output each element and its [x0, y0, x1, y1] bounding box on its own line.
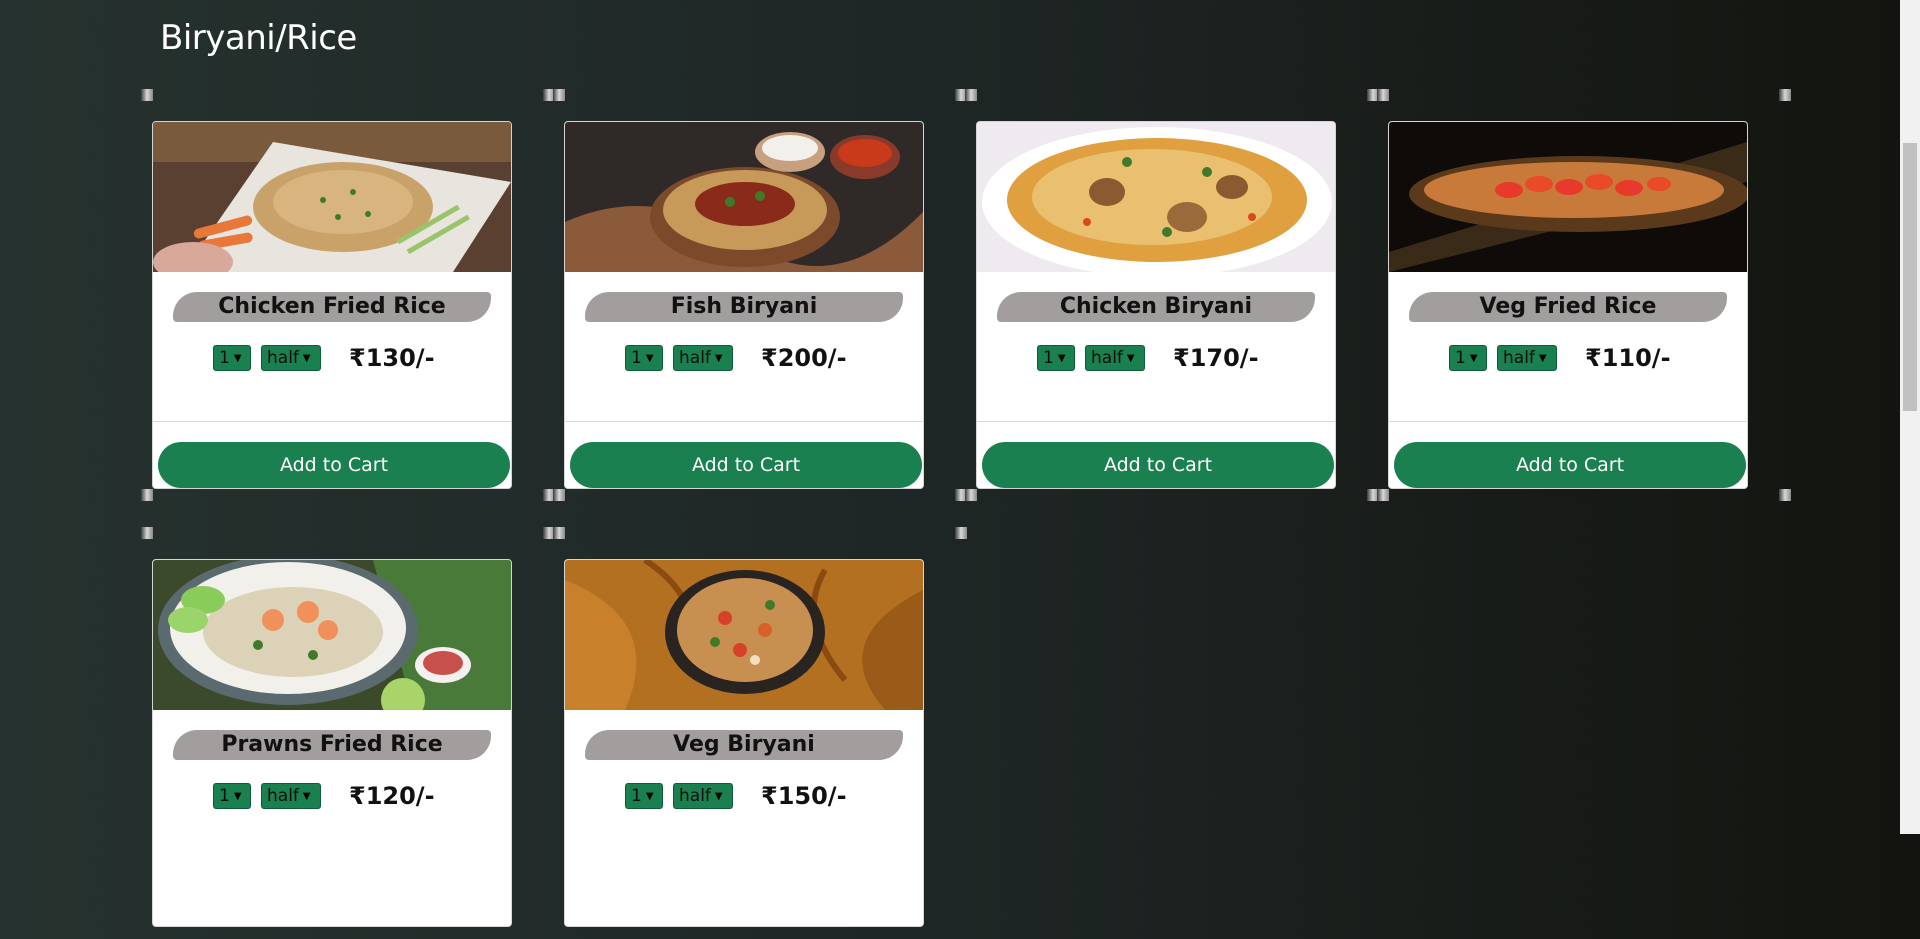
item-controls: 1 ▼ half ▼ ₹120/- — [213, 781, 435, 811]
portion-select[interactable]: half ▼ — [673, 783, 733, 809]
quantity-value: 1 — [631, 786, 642, 806]
chevron-down-icon: ▼ — [1057, 352, 1066, 364]
chicken-biryani-image — [977, 122, 1335, 272]
chevron-down-icon: ▼ — [233, 352, 242, 364]
quantity-value: 1 — [1455, 348, 1466, 368]
portion-value: half — [267, 348, 299, 368]
item-name: Prawns Fried Rice — [173, 730, 491, 760]
chevron-down-icon: ▼ — [645, 790, 654, 802]
corner-handle — [141, 89, 153, 101]
menu-card: Veg Biryani 1 ▼ half ▼ ₹150/- — [564, 559, 924, 927]
item-price: ₹130/- — [349, 344, 435, 372]
portion-value: half — [1091, 348, 1123, 368]
menu-card: Veg Fried Rice 1 ▼ half ▼ ₹110/- Add to … — [1388, 121, 1748, 489]
portion-value: half — [267, 786, 299, 806]
quantity-select[interactable]: 1 ▼ — [213, 345, 251, 371]
corner-handle — [1779, 89, 1791, 101]
quantity-select[interactable]: 1 ▼ — [625, 783, 663, 809]
item-controls: 1 ▼ half ▼ ₹110/- — [1449, 343, 1671, 373]
page-scrollbar[interactable] — [1900, 0, 1920, 834]
quantity-select[interactable]: 1 ▼ — [625, 345, 663, 371]
menu-card-cell: Chicken Biryani 1 ▼ half ▼ ₹170/- Add to… — [965, 89, 1379, 501]
menu-card: Chicken Fried Rice 1 ▼ half ▼ ₹130/- Add… — [152, 121, 512, 489]
quantity-select[interactable]: 1 ▼ — [1037, 345, 1075, 371]
menu-card-cell: Veg Fried Rice 1 ▼ half ▼ ₹110/- Add to … — [1377, 89, 1791, 501]
quantity-value: 1 — [219, 348, 230, 368]
chevron-down-icon: ▼ — [233, 790, 242, 802]
menu-card-cell: Prawns Fried Rice 1 ▼ half ▼ ₹120/- — [141, 527, 555, 939]
corner-handle — [553, 89, 565, 101]
card-divider — [1389, 421, 1747, 422]
corner-handle — [141, 489, 153, 501]
menu-card-cell: Chicken Fried Rice 1 ▼ half ▼ ₹130/- Add… — [141, 89, 555, 501]
item-name: Chicken Fried Rice — [173, 292, 491, 322]
portion-select[interactable]: half ▼ — [261, 783, 321, 809]
item-price: ₹170/- — [1173, 344, 1259, 372]
quantity-select[interactable]: 1 ▼ — [213, 783, 251, 809]
corner-handle — [553, 527, 565, 539]
quantity-value: 1 — [219, 786, 230, 806]
chevron-down-icon: ▼ — [1469, 352, 1478, 364]
prawns-fried-rice-image — [153, 560, 511, 710]
portion-select[interactable]: half ▼ — [1085, 345, 1145, 371]
portion-value: half — [1503, 348, 1535, 368]
veg-biryani-image — [565, 560, 923, 710]
portion-value: half — [679, 348, 711, 368]
item-name: Veg Fried Rice — [1409, 292, 1727, 322]
corner-handle — [955, 527, 967, 539]
card-divider — [977, 421, 1335, 422]
menu-card-cell: Veg Biryani 1 ▼ half ▼ ₹150/- — [553, 527, 967, 939]
add-to-cart-button[interactable]: Add to Cart — [570, 442, 922, 488]
portion-select[interactable]: half ▼ — [1497, 345, 1557, 371]
add-to-cart-button[interactable]: Add to Cart — [982, 442, 1334, 488]
corner-handle — [553, 489, 565, 501]
scrollbar-thumb[interactable] — [1903, 143, 1917, 411]
item-name: Chicken Biryani — [997, 292, 1315, 322]
menu-card: Prawns Fried Rice 1 ▼ half ▼ ₹120/- — [152, 559, 512, 927]
menu-card: Fish Biryani 1 ▼ half ▼ ₹200/- Add to Ca… — [564, 121, 924, 489]
chevron-down-icon: ▼ — [302, 352, 311, 364]
item-price: ₹120/- — [349, 782, 435, 810]
chevron-down-icon: ▼ — [1126, 352, 1135, 364]
veg-fried-rice-image — [1389, 122, 1747, 272]
item-price: ₹150/- — [761, 782, 847, 810]
portion-select[interactable]: half ▼ — [261, 345, 321, 371]
section-title: Biryani/Rice — [160, 18, 357, 58]
corner-handle — [965, 89, 977, 101]
item-name: Fish Biryani — [585, 292, 903, 322]
item-controls: 1 ▼ half ▼ ₹130/- — [213, 343, 435, 373]
add-to-cart-button[interactable]: Add to Cart — [1394, 442, 1746, 488]
corner-handle — [1377, 489, 1389, 501]
item-controls: 1 ▼ half ▼ ₹150/- — [625, 781, 847, 811]
item-price: ₹110/- — [1585, 344, 1671, 372]
chevron-down-icon: ▼ — [645, 352, 654, 364]
card-divider — [565, 421, 923, 422]
fish-biryani-image — [565, 122, 923, 272]
item-name: Veg Biryani — [585, 730, 903, 760]
item-controls: 1 ▼ half ▼ ₹170/- — [1037, 343, 1259, 373]
card-divider — [153, 421, 511, 422]
menu-card: Chicken Biryani 1 ▼ half ▼ ₹170/- Add to… — [976, 121, 1336, 489]
portion-value: half — [679, 786, 711, 806]
chevron-down-icon: ▼ — [714, 352, 723, 364]
chicken-fried-rice-image — [153, 122, 511, 272]
portion-select[interactable]: half ▼ — [673, 345, 733, 371]
chevron-down-icon: ▼ — [1538, 352, 1547, 364]
menu-card-cell: Fish Biryani 1 ▼ half ▼ ₹200/- Add to Ca… — [553, 89, 967, 501]
chevron-down-icon: ▼ — [714, 790, 723, 802]
add-to-cart-button[interactable]: Add to Cart — [158, 442, 510, 488]
item-price: ₹200/- — [761, 344, 847, 372]
quantity-select[interactable]: 1 ▼ — [1449, 345, 1487, 371]
quantity-value: 1 — [1043, 348, 1054, 368]
corner-handle — [1377, 89, 1389, 101]
corner-handle — [141, 527, 153, 539]
chevron-down-icon: ▼ — [302, 790, 311, 802]
item-controls: 1 ▼ half ▼ ₹200/- — [625, 343, 847, 373]
quantity-value: 1 — [631, 348, 642, 368]
corner-handle — [1779, 489, 1791, 501]
corner-handle — [965, 489, 977, 501]
